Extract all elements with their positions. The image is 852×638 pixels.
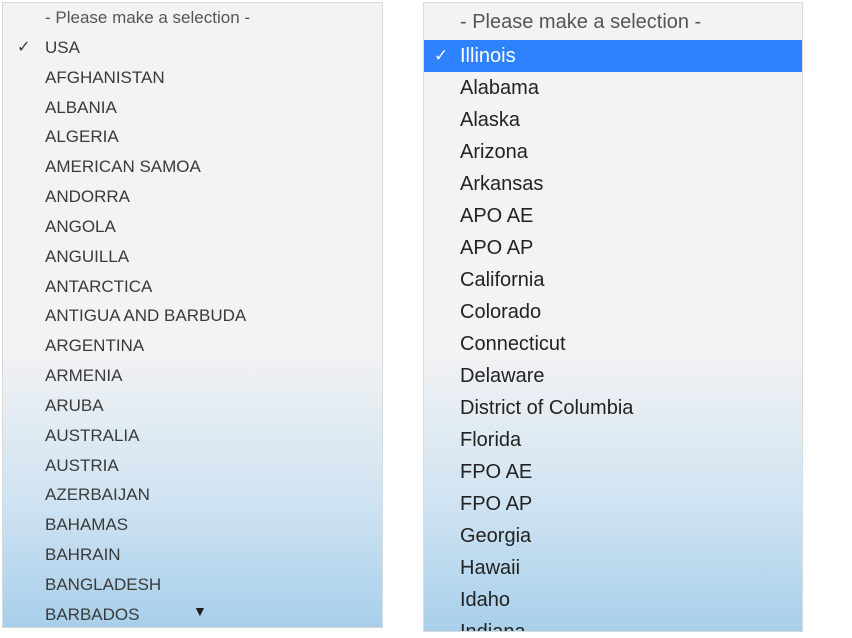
menu-option[interactable]: ✓Hawaii (424, 552, 802, 584)
menu-option[interactable]: ✓FPO AE (424, 456, 802, 488)
menu-placeholder: - Please make a selection - (3, 3, 382, 33)
menu-option[interactable]: ✓Florida (424, 424, 802, 456)
menu-option-label: Alaska (460, 109, 520, 131)
menu-option[interactable]: ✓Idaho (424, 584, 802, 616)
country-option-list: ✓ USA ✓AFGHANISTAN✓ALBANIA✓ALGERIA✓AMERICA… (3, 33, 382, 628)
menu-option-label: Florida (460, 429, 521, 451)
menu-option[interactable]: ✓ANDORRA (3, 182, 382, 212)
menu-option-label: ANTARCTICA (45, 277, 152, 296)
menu-option[interactable]: ✓FPO AP (424, 488, 802, 520)
menu-option[interactable]: ✓AZERBAIJAN (3, 480, 382, 510)
menu-option-label: AUSTRIA (45, 456, 119, 475)
menu-option-label: FPO AP (460, 493, 532, 515)
state-select-menu[interactable]: - Please make a selection - ✓ Illinois ✓Al… (423, 2, 803, 632)
menu-option-label: Idaho (460, 589, 510, 611)
menu-option-label: APO AE (460, 205, 533, 227)
menu-option-label: Alabama (460, 77, 539, 99)
menu-option[interactable]: ✓ARGENTINA (3, 331, 382, 361)
menu-option[interactable]: ✓Alabama (424, 72, 802, 104)
menu-option-label: ANDORRA (45, 187, 130, 206)
menu-option[interactable]: ✓APO AE (424, 200, 802, 232)
menu-option[interactable]: ✓ANTARCTICA (3, 272, 382, 302)
menu-option[interactable]: ✓ Illinois (424, 40, 802, 72)
menu-option-label: ARUBA (45, 396, 104, 415)
menu-option-label: USA (45, 38, 80, 57)
menu-option-label: BAHAMAS (45, 515, 128, 534)
menu-option-label: Arizona (460, 141, 528, 163)
menu-option[interactable]: ✓California (424, 264, 802, 296)
menu-option[interactable]: ✓District of Columbia (424, 392, 802, 424)
menu-option-label: Hawaii (460, 557, 520, 579)
menu-option[interactable]: ✓AMERICAN SAMOA (3, 152, 382, 182)
menu-option-label: BANGLADESH (45, 575, 161, 594)
menu-option-label: AFGHANISTAN (45, 68, 165, 87)
menu-option[interactable]: ✓Connecticut (424, 328, 802, 360)
menu-option-label: ANTIGUA AND BARBUDA (45, 306, 246, 325)
menu-option-label: California (460, 269, 544, 291)
menu-option[interactable]: ✓BANGLADESH (3, 570, 382, 600)
menu-option-label: AUSTRALIA (45, 426, 139, 445)
menu-option[interactable]: ✓ALBANIA (3, 93, 382, 123)
menu-option-label: Georgia (460, 525, 531, 547)
menu-option[interactable]: ✓AUSTRALIA (3, 421, 382, 451)
menu-option-label: Connecticut (460, 333, 566, 355)
checkmark-icon: ✓ (17, 36, 30, 60)
checkmark-icon: ✓ (434, 42, 448, 70)
menu-option[interactable]: ✓ANGOLA (3, 212, 382, 242)
menu-option[interactable]: ✓BAHRAIN (3, 540, 382, 570)
menu-option[interactable]: ✓Georgia (424, 520, 802, 552)
menu-option[interactable]: ✓ARUBA (3, 391, 382, 421)
menu-option-label: ALGERIA (45, 127, 119, 146)
menu-option[interactable]: ✓Arkansas (424, 168, 802, 200)
menu-option[interactable]: ✓AUSTRIA (3, 451, 382, 481)
menu-option[interactable]: ✓ARMENIA (3, 361, 382, 391)
country-select-menu[interactable]: - Please make a selection - ✓ USA ✓AFGHANI… (2, 2, 383, 628)
menu-option-label: AMERICAN SAMOA (45, 157, 201, 176)
menu-option[interactable]: ✓ USA (3, 33, 382, 63)
menu-option-label: Delaware (460, 365, 544, 387)
menu-placeholder: - Please make a selection - (424, 3, 802, 40)
more-below-indicator-icon[interactable]: ▼ (193, 603, 207, 619)
menu-option-label: Indiana (460, 621, 526, 632)
menu-option[interactable]: ✓Arizona (424, 136, 802, 168)
menu-option[interactable]: ✓APO AP (424, 232, 802, 264)
menu-option[interactable]: ✓BAHAMAS (3, 510, 382, 540)
menu-option[interactable]: ✓Alaska (424, 104, 802, 136)
menu-option[interactable]: ✓Delaware (424, 360, 802, 392)
menu-option-label: Arkansas (460, 173, 543, 195)
menu-option-label: District of Columbia (460, 397, 633, 419)
menu-option-label: ANGOLA (45, 217, 116, 236)
menu-option-label: AZERBAIJAN (45, 485, 150, 504)
menu-option[interactable]: ✓ANGUILLA (3, 242, 382, 272)
menu-option-label: ARMENIA (45, 366, 122, 385)
menu-option[interactable]: ✓Indiana (424, 616, 802, 632)
menu-option-label: ANGUILLA (45, 247, 129, 266)
menu-option-label: ARGENTINA (45, 336, 144, 355)
menu-option-label: BAHRAIN (45, 545, 121, 564)
menu-option[interactable]: ✓AFGHANISTAN (3, 63, 382, 93)
menu-option-label: Colorado (460, 301, 541, 323)
menu-option-label: BARBADOS (45, 605, 139, 624)
menu-option-label: ALBANIA (45, 98, 117, 117)
menu-option[interactable]: ✓Colorado (424, 296, 802, 328)
menu-option[interactable]: ✓ALGERIA (3, 122, 382, 152)
state-option-list: ✓ Illinois ✓Alabama✓Alaska✓Arizona✓Arkansa… (424, 40, 802, 632)
menu-option-label: FPO AE (460, 461, 532, 483)
menu-option-label: Illinois (460, 45, 516, 67)
menu-option[interactable]: ✓ANTIGUA AND BARBUDA (3, 301, 382, 331)
menu-option-label: APO AP (460, 237, 533, 259)
